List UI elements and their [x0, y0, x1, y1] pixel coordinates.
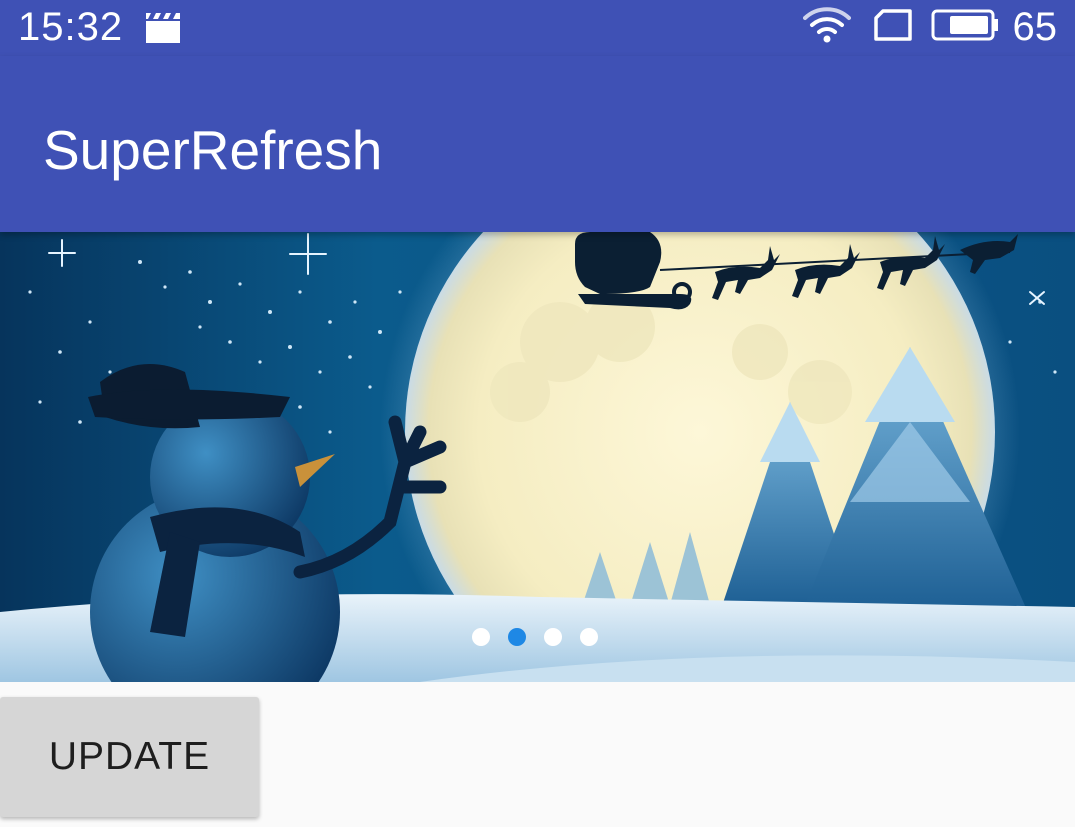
- banner-image: [0, 232, 1075, 682]
- wifi-icon: [802, 6, 851, 49]
- page-indicator: [472, 628, 598, 646]
- sim-card-icon: [873, 8, 913, 47]
- page-indicator-dot-active[interactable]: [508, 628, 526, 646]
- page-indicator-dot[interactable]: [472, 628, 490, 646]
- battery-icon: [931, 8, 999, 47]
- status-time: 15:32: [18, 5, 124, 49]
- page-indicator-dot[interactable]: [544, 628, 562, 646]
- app-title: SuperRefresh: [43, 119, 383, 181]
- battery-level: 65: [1012, 5, 1058, 49]
- update-button[interactable]: UPDATE: [0, 697, 259, 817]
- status-icons: 65: [802, 4, 1058, 50]
- status-bar: 15:32 65: [0, 0, 1075, 56]
- page-indicator-dot[interactable]: [580, 628, 598, 646]
- banner-carousel[interactable]: [0, 232, 1075, 682]
- clapper-icon: [145, 12, 181, 49]
- app-bar: SuperRefresh: [0, 56, 1075, 232]
